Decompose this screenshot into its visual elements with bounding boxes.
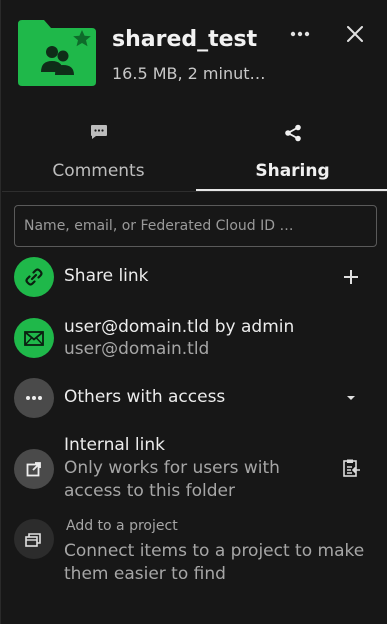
plus-icon xyxy=(344,270,358,284)
share-icon xyxy=(284,124,301,142)
project-desc-1: Connect items to a project to make xyxy=(64,541,365,561)
share-recipient-title: user@domain.tld by admin xyxy=(64,317,295,337)
add-to-project-label: Add to a project xyxy=(66,518,178,534)
caret-down-icon xyxy=(347,396,355,400)
tab-sharing[interactable]: Sharing xyxy=(196,118,387,192)
tab-sharing-label: Sharing xyxy=(255,161,330,181)
tab-divider xyxy=(2,191,387,192)
file-subtitle: 16.5 MB, 2 minut… xyxy=(112,64,266,83)
close-button[interactable] xyxy=(341,20,369,48)
clipboard-icon xyxy=(343,459,360,477)
internal-link-desc-2: access to this folder xyxy=(64,481,235,501)
share-link-row: Share link xyxy=(14,257,376,297)
file-title: shared_test xyxy=(112,27,258,52)
internal-link-row: Internal link Only works for users with … xyxy=(14,435,376,503)
share-search-input[interactable] xyxy=(14,205,377,247)
internal-link-title: Internal link xyxy=(64,435,165,455)
sidebar-panel: shared_test 16.5 MB, 2 minut… Comments S… xyxy=(0,0,387,624)
add-to-project-section[interactable]: Add to a project Connect items to a proj… xyxy=(14,517,376,587)
tab-comments-label: Comments xyxy=(52,161,145,181)
comment-icon xyxy=(90,125,107,139)
email-share-row[interactable]: user@domain.tld by admin user@domain.tld xyxy=(14,317,376,364)
link-icon xyxy=(14,257,54,297)
tab-comments[interactable]: Comments xyxy=(2,118,195,192)
copy-internal-link-button[interactable] xyxy=(338,455,364,481)
close-icon xyxy=(347,26,363,42)
projects-icon xyxy=(14,519,54,559)
active-tab-indicator xyxy=(196,189,387,191)
add-share-link-button[interactable] xyxy=(338,264,364,290)
more-actions-button[interactable] xyxy=(286,22,314,46)
share-recipient-email: user@domain.tld xyxy=(64,339,210,359)
others-with-access-label: Others with access xyxy=(64,387,226,407)
share-link-label: Share link xyxy=(64,266,149,286)
more-icon xyxy=(290,31,310,37)
project-desc-2: them easier to find xyxy=(64,564,226,584)
dots-icon xyxy=(14,378,54,418)
external-link-icon xyxy=(14,449,54,489)
expand-others-button[interactable] xyxy=(338,385,364,411)
others-with-access-row[interactable]: Others with access xyxy=(14,378,376,418)
shared-folder-icon xyxy=(18,20,96,86)
mail-icon xyxy=(14,318,54,358)
internal-link-desc-1: Only works for users with xyxy=(64,458,280,478)
